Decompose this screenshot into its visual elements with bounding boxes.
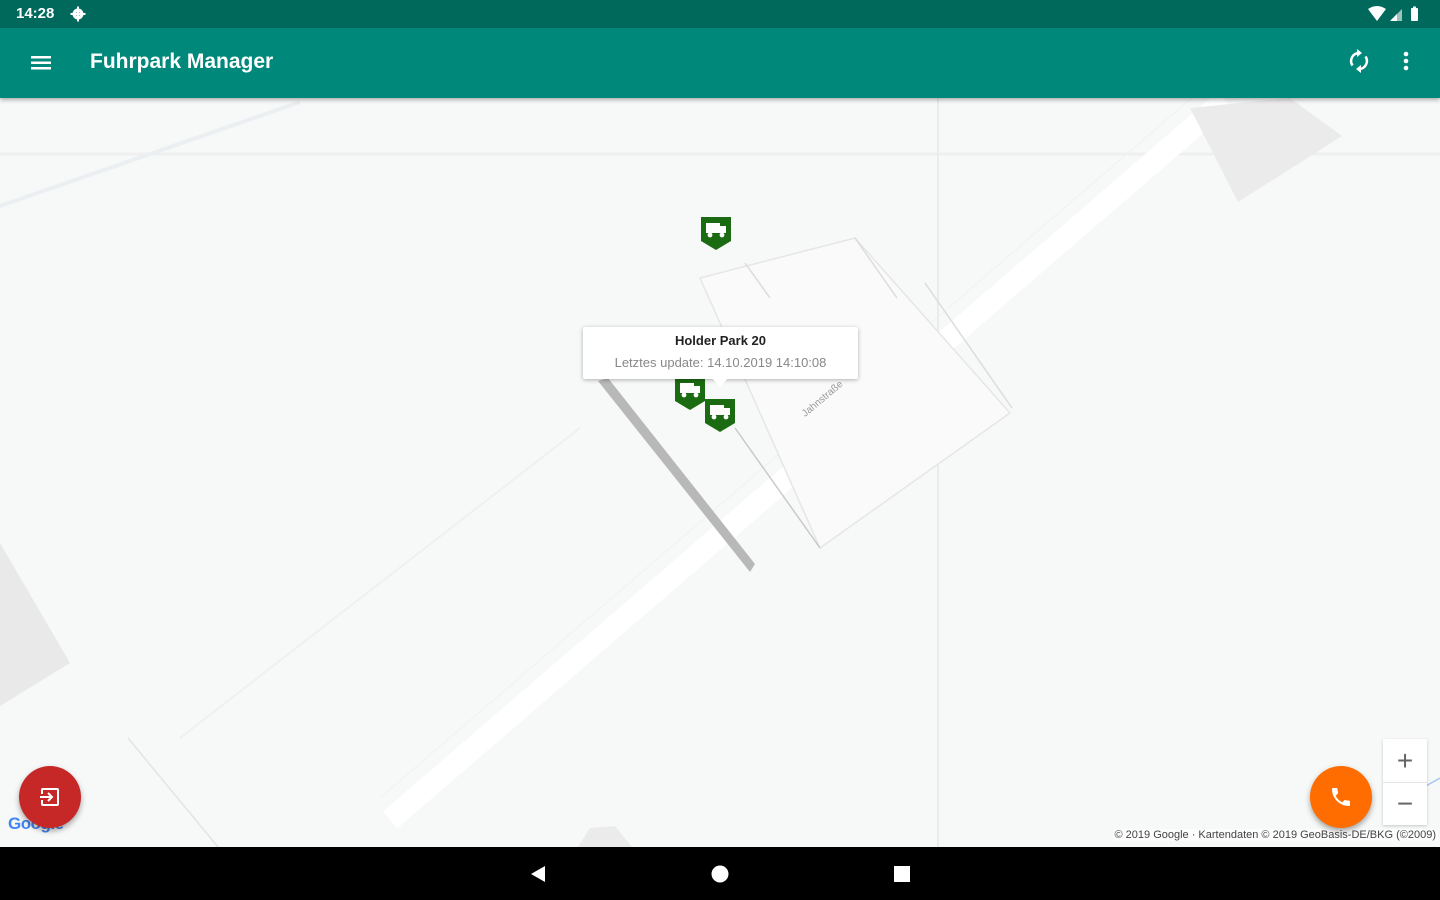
home-icon[interactable] [709,863,731,885]
call-button[interactable] [1310,766,1372,828]
back-icon[interactable] [527,863,549,885]
phone-icon [1332,788,1350,806]
battery-icon [1411,8,1418,21]
map-background [0,98,1440,847]
info-window-title: Holder Park 20 [674,333,767,348]
marker-info-window[interactable]: Holder Park 20 Letztes update: 14.10.201… [583,327,858,387]
zoom-controls: + − [1383,739,1427,825]
system-navigation-bar [0,847,1440,900]
settings-gear-icon [70,6,86,22]
map-view[interactable]: Holder Park 20 Letztes update: 14.10.201… [0,98,1440,847]
map-attribution[interactable]: © 2019 Google · Kartendaten © 2019 GeoBa… [1112,829,1438,841]
status-time: 14:28 [16,5,55,22]
zoom-out-button[interactable]: − [1383,782,1427,825]
info-window-pointer [711,377,729,387]
recents-icon[interactable] [891,863,913,885]
logout-button[interactable] [19,766,81,828]
zoom-in-button[interactable]: + [1383,739,1427,783]
truck-marker-icon[interactable] [703,397,737,435]
status-bar: 14:28 [0,0,1440,28]
truck-marker-icon[interactable] [673,375,707,413]
exit-to-app-icon [40,788,59,806]
truck-marker-icon[interactable] [699,215,733,253]
wifi-icon [1368,6,1386,21]
menu-icon[interactable] [26,48,56,78]
app-title: Fuhrpark Manager [90,50,274,73]
status-icons [1368,6,1418,21]
info-window-subtitle: Letztes update: 14.10.2019 14:10:08 [614,355,827,370]
sync-icon[interactable] [1344,46,1374,76]
more-vert-icon[interactable] [1394,46,1418,76]
app-bar: Fuhrpark Manager [0,28,1440,98]
